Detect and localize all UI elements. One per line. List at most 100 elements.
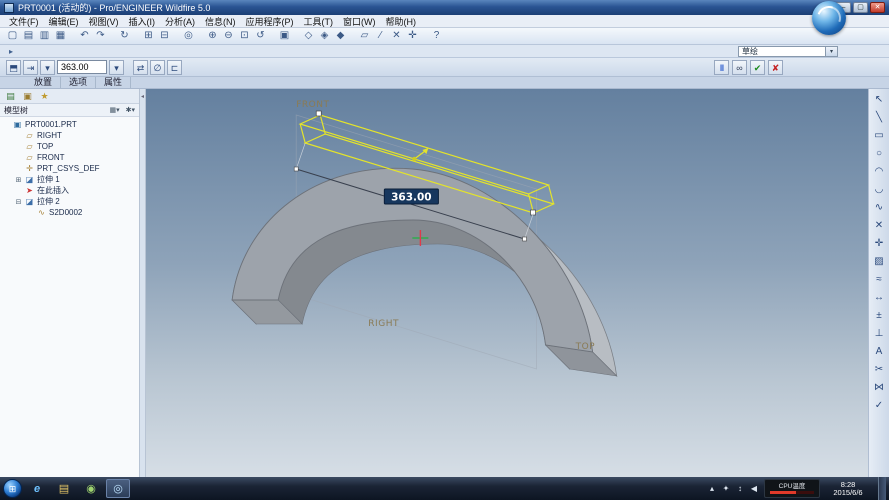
media-player-icon[interactable]: ◉ bbox=[79, 479, 103, 498]
tray-security-icon[interactable]: ✦ bbox=[721, 484, 731, 493]
done-tool-icon[interactable]: ✓ bbox=[871, 398, 888, 413]
zoom-out-icon[interactable]: ⊖ bbox=[221, 29, 236, 43]
menu-item[interactable]: 编辑(E) bbox=[44, 15, 84, 28]
trim-tool-icon[interactable]: ✂ bbox=[871, 362, 888, 377]
regenerate-icon[interactable]: ↻ bbox=[117, 29, 132, 43]
menu-item[interactable]: 窗口(W) bbox=[338, 15, 381, 28]
point-tool-icon[interactable]: ✕ bbox=[871, 218, 888, 233]
show-desktop-button[interactable] bbox=[878, 477, 886, 500]
csys-toggle-icon[interactable]: ✛ bbox=[405, 29, 420, 43]
verify-preview-button[interactable]: ∞ bbox=[732, 60, 747, 75]
tree-item-insert-here[interactable]: ➤ 在此插入 bbox=[0, 185, 139, 196]
redo-icon[interactable]: ↷ bbox=[93, 29, 108, 43]
sketch-handle-left[interactable] bbox=[316, 111, 321, 116]
depth-type-dropdown-icon[interactable]: ▾ bbox=[40, 60, 55, 75]
dimension-handle-right[interactable] bbox=[523, 237, 527, 241]
refit-icon[interactable]: ⊡ bbox=[237, 29, 252, 43]
tree-item-right-plane[interactable]: ▱ RIGHT bbox=[0, 130, 139, 141]
tree-item-extrude-2[interactable]: ⊟ ◪ 拉伸 2 bbox=[0, 196, 139, 207]
pause-feature-button[interactable]: ‖ bbox=[714, 60, 729, 75]
ie-icon[interactable]: e bbox=[25, 479, 49, 498]
spline-tool-icon[interactable]: ∿ bbox=[871, 200, 888, 215]
depth-value-input[interactable] bbox=[57, 60, 107, 74]
taskbar-clock[interactable]: 8:28 2015/6/6 bbox=[825, 481, 871, 497]
rectangle-tool-icon[interactable]: ▭ bbox=[871, 128, 888, 143]
offset-tool-icon[interactable]: ≈ bbox=[871, 272, 888, 287]
tree-expander-icon[interactable]: ⊟ bbox=[15, 198, 22, 206]
tree-settings-dropdown[interactable]: ✱▾ bbox=[126, 106, 135, 114]
dashboard-tab[interactable]: 放置 bbox=[26, 77, 61, 88]
constraint-tool-icon[interactable]: ⊥ bbox=[871, 326, 888, 341]
datum-axis-toggle-icon[interactable]: ⁄ bbox=[373, 29, 388, 43]
start-button[interactable]: ⊞ bbox=[3, 479, 22, 498]
proe-taskbar-icon[interactable]: ◎ bbox=[106, 479, 130, 498]
datum-point-toggle-icon[interactable]: ✕ bbox=[389, 29, 404, 43]
save-icon[interactable]: ▥ bbox=[37, 29, 52, 43]
dashboard-tab[interactable]: 属性 bbox=[96, 77, 131, 88]
reorient-icon[interactable]: ↺ bbox=[253, 29, 268, 43]
selection-status-icon[interactable]: ▸ bbox=[5, 47, 17, 56]
menu-item[interactable]: 工具(T) bbox=[299, 15, 339, 28]
modify-tool-icon[interactable]: ± bbox=[871, 308, 888, 323]
tree-expander-icon[interactable]: ⊞ bbox=[15, 176, 22, 184]
explorer-icon[interactable]: ▤ bbox=[52, 479, 76, 498]
tray-expand-icon[interactable]: ▴ bbox=[707, 484, 717, 493]
selection-filter-value[interactable]: 草绘 bbox=[738, 46, 826, 57]
csys-tool-icon[interactable]: ✛ bbox=[871, 236, 888, 251]
menu-item[interactable]: 插入(I) bbox=[124, 15, 161, 28]
text-tool-icon[interactable]: A bbox=[871, 344, 888, 359]
selection-filter-combo[interactable]: 草绘 ▾ bbox=[738, 46, 838, 57]
zoom-in-icon[interactable]: ⊕ bbox=[205, 29, 220, 43]
tray-volume-icon[interactable]: ◀ bbox=[749, 484, 759, 493]
menu-item[interactable]: 文件(F) bbox=[4, 15, 44, 28]
wireframe-icon[interactable]: ◇ bbox=[301, 29, 316, 43]
tray-network-icon[interactable]: ↕ bbox=[735, 484, 745, 493]
new-file-icon[interactable]: ▢ bbox=[5, 29, 20, 43]
depth-type-icon[interactable]: ⇥ bbox=[23, 60, 38, 75]
circle-tool-icon[interactable]: ○ bbox=[871, 146, 888, 161]
depth-value-dropdown-icon[interactable]: ▾ bbox=[109, 60, 124, 75]
depth-drag-arrow-tip[interactable] bbox=[422, 148, 428, 154]
print-icon[interactable]: ▦ bbox=[53, 29, 68, 43]
datum-plane-toggle-icon[interactable]: ▱ bbox=[357, 29, 372, 43]
close-button[interactable]: ✕ bbox=[870, 2, 885, 13]
dimension-tool-icon[interactable]: ↔ bbox=[871, 290, 888, 305]
paste-icon[interactable]: ⊟ bbox=[157, 29, 172, 43]
accept-feature-button[interactable]: ✔ bbox=[750, 60, 765, 75]
use-edge-tool-icon[interactable]: ▨ bbox=[871, 254, 888, 269]
flip-direction-icon[interactable]: ⇄ bbox=[133, 60, 148, 75]
search-icon[interactable]: ◎ bbox=[181, 29, 196, 43]
hidden-line-icon[interactable]: ◈ bbox=[317, 29, 332, 43]
tree-item-part[interactable]: ▣ PRT0001.PRT bbox=[0, 119, 139, 130]
graphics-viewport[interactable]: FRONT RIGHT TOP bbox=[146, 89, 868, 477]
nav-tab-favorites-icon[interactable]: ★ bbox=[38, 90, 51, 102]
dimension-handle-left[interactable] bbox=[294, 167, 298, 171]
menu-item[interactable]: 信息(N) bbox=[200, 15, 241, 28]
thicken-sketch-icon[interactable]: ⊏ bbox=[167, 60, 182, 75]
tree-show-dropdown[interactable]: ▦▾ bbox=[109, 106, 119, 114]
help-icon[interactable]: ? bbox=[429, 29, 444, 43]
menu-item[interactable]: 帮助(H) bbox=[381, 15, 422, 28]
tree-item-csys[interactable]: ✛ PRT_CSYS_DEF bbox=[0, 163, 139, 174]
menu-item[interactable]: 分析(A) bbox=[160, 15, 200, 28]
copy-icon[interactable]: ⊞ bbox=[141, 29, 156, 43]
nav-tab-model-tree-icon[interactable]: ▤ bbox=[4, 90, 17, 102]
open-file-icon[interactable]: ▤ bbox=[21, 29, 36, 43]
menu-item[interactable]: 应用程序(P) bbox=[241, 15, 299, 28]
saved-views-icon[interactable]: ▣ bbox=[277, 29, 292, 43]
maximize-button[interactable]: ▢ bbox=[853, 2, 868, 13]
placement-panel-icon[interactable]: ⬒ bbox=[6, 60, 21, 75]
select-tool-icon[interactable]: ↖ bbox=[871, 92, 888, 107]
fillet-tool-icon[interactable]: ◡ bbox=[871, 182, 888, 197]
drag-origin-dot[interactable] bbox=[412, 157, 416, 161]
nav-tab-folder-browser-icon[interactable]: ▣ bbox=[21, 90, 34, 102]
line-tool-icon[interactable]: ╲ bbox=[871, 110, 888, 125]
tree-item-extrude-1[interactable]: ⊞ ◪ 拉伸 1 bbox=[0, 174, 139, 185]
arc-tool-icon[interactable]: ◠ bbox=[871, 164, 888, 179]
chevron-down-icon[interactable]: ▾ bbox=[826, 46, 838, 57]
undo-icon[interactable]: ↶ bbox=[77, 29, 92, 43]
shaded-icon[interactable]: ◆ bbox=[333, 29, 348, 43]
tree-item-sketch[interactable]: ∿ S2D0002 bbox=[0, 207, 139, 218]
dashboard-tab[interactable]: 选项 bbox=[61, 77, 96, 88]
mirror-tool-icon[interactable]: ⋈ bbox=[871, 380, 888, 395]
